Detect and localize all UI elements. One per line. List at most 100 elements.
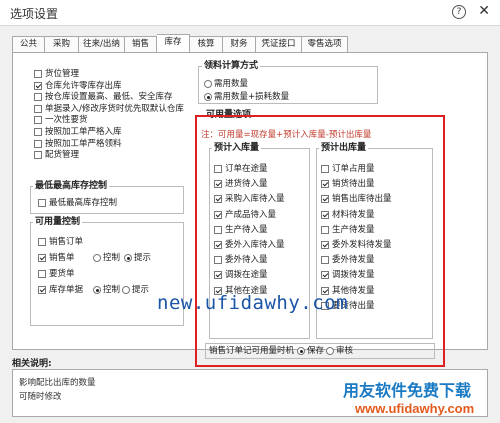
outgoing-checkbox[interactable] [321, 225, 329, 234]
outgoing-item[interactable]: 材料待发量 [321, 209, 375, 221]
incoming-checkbox[interactable] [214, 165, 222, 173]
outgoing-checkbox[interactable] [321, 165, 329, 173]
formula-note: 注：可用量=现存量+预计入库量-预计出库量 [201, 130, 372, 140]
outgoing-item[interactable]: 委外待发量 [321, 254, 375, 266]
outgoing-item[interactable]: 订单占用量 [321, 163, 375, 175]
timing-approve-radio[interactable] [326, 347, 335, 355]
request-row[interactable]: 要货单 [38, 268, 75, 280]
outgoing-label: 委外发料待发量 [332, 240, 392, 250]
tab-common[interactable]: 公共 [12, 36, 45, 53]
tab-retail[interactable]: 零售选项 [302, 36, 348, 53]
outgoing-label: 订单占用量 [332, 164, 375, 174]
stock-control-checkbox[interactable] [38, 199, 46, 207]
transfer-checkbox[interactable] [38, 286, 46, 294]
left-option-item[interactable]: 按照加工单严格领料 [34, 138, 122, 150]
avail-control-title: 可用量控制 [33, 217, 83, 227]
left-option-item[interactable]: 货位管理 [34, 68, 79, 80]
tab-purchase[interactable]: 采购 [45, 36, 79, 53]
left-option-checkbox[interactable] [34, 81, 42, 90]
outgoing-checkbox[interactable] [321, 210, 329, 219]
sales-single-control-radio[interactable] [93, 254, 101, 262]
tab-sales[interactable]: 销售 [125, 36, 157, 53]
outgoing-item[interactable]: 销货待出量 [321, 178, 375, 190]
left-option-checkbox[interactable] [34, 116, 42, 125]
outgoing-checkbox[interactable] [321, 241, 329, 249]
calc-method-opt1-radio[interactable] [204, 80, 212, 88]
sales-order-row[interactable]: 销售订单 [38, 236, 83, 248]
incoming-label: 委外待入量 [225, 255, 268, 266]
outgoing-checkbox[interactable] [321, 195, 329, 204]
left-option-item[interactable]: 按照加工单严格入库 [34, 126, 122, 138]
watermark-url: www.ufidawhy.com [355, 401, 475, 416]
window-title: 选项设置 [10, 7, 59, 21]
tab-cashier[interactable]: 往来/出纳 [79, 36, 125, 53]
watermark-logo: 用友软件免费下载 [343, 381, 472, 400]
outgoing-item[interactable]: 生产待发量 [321, 224, 375, 236]
left-option-item[interactable]: 按仓库设置最高、最低、安全库存 [34, 91, 173, 103]
timing-save-label: 保存 [307, 346, 325, 356]
close-icon[interactable]: ✕ [478, 3, 490, 19]
transfer-control-radio[interactable] [93, 286, 101, 294]
tab-voucher-interface[interactable]: 凭证接口 [256, 36, 302, 53]
outgoing-checkbox[interactable] [321, 180, 329, 189]
incoming-item[interactable]: 采购入库待入量 [214, 193, 285, 205]
calc-method-opt1-row[interactable]: 需用数量 [204, 78, 248, 90]
timing-save-radio[interactable] [297, 347, 306, 355]
incoming-checkbox[interactable] [214, 225, 222, 234]
calc-method-opt2-row[interactable]: 需用数量+损耗数量 [204, 91, 289, 103]
request-checkbox[interactable] [38, 270, 46, 278]
tab-finance[interactable]: 财务 [223, 36, 256, 53]
incoming-item[interactable]: 委外待入量 [214, 254, 268, 266]
left-option-checkbox[interactable] [34, 139, 42, 148]
left-option-checkbox[interactable] [34, 104, 42, 113]
left-option-label: 按仓库设置最高、最低、安全库存 [45, 92, 173, 103]
incoming-checkbox[interactable] [214, 180, 222, 189]
left-option-checkbox[interactable] [34, 128, 42, 136]
sales-single-prompt-radio[interactable] [124, 254, 133, 262]
left-option-item[interactable]: 一次性要货 [34, 114, 88, 126]
sales-order-checkbox[interactable] [38, 238, 46, 246]
incoming-item[interactable]: 订单在途量 [214, 163, 268, 175]
incoming-checkbox[interactable] [214, 271, 222, 280]
incoming-item[interactable]: 委外入库待入量 [214, 239, 285, 251]
incoming-checkbox[interactable] [214, 210, 222, 219]
left-option-item[interactable]: 单据录入/修改序货时优先取默认仓库 [34, 103, 184, 115]
incoming-checkbox[interactable] [214, 256, 222, 265]
left-option-checkbox[interactable] [34, 151, 42, 160]
incoming-item[interactable]: 调拨在途量 [214, 269, 268, 281]
help-icon[interactable]: ? [452, 5, 466, 19]
stock-control-label: 最低最高库存控制 [49, 198, 118, 208]
left-option-label: 一次性要货 [45, 115, 88, 126]
transfer-label: 库存单据 [49, 285, 84, 295]
stock-control-option[interactable]: 最低最高库存控制 [38, 197, 117, 209]
transfer-control-label: 控制 [103, 285, 121, 295]
incoming-item[interactable]: 产成品待入量 [214, 209, 276, 221]
left-option-item[interactable]: 配货管理 [34, 149, 79, 161]
outgoing-label: 销售出库待出量 [332, 194, 392, 205]
incoming-checkbox[interactable] [214, 195, 222, 204]
incoming-item[interactable]: 生产待入量 [214, 224, 268, 236]
left-option-checkbox[interactable] [34, 93, 42, 102]
outgoing-checkbox[interactable] [321, 271, 329, 280]
left-option-item[interactable]: 仓库允许零库存出库 [34, 80, 122, 92]
outgoing-item[interactable]: 调拨待发量 [321, 269, 375, 281]
outgoing-title: 预计出库量 [319, 143, 369, 153]
outgoing-item[interactable]: 委外发料待发量 [321, 239, 392, 251]
sales-single-checkbox[interactable] [38, 254, 46, 262]
incoming-item[interactable]: 进货待入量 [214, 178, 268, 190]
left-option-label: 按照加工单严格入库 [45, 127, 122, 137]
outgoing-checkbox[interactable] [321, 256, 329, 265]
outgoing-label: 委外待发量 [332, 255, 375, 266]
incoming-label: 采购入库待入量 [225, 194, 285, 205]
left-option-checkbox[interactable] [34, 70, 42, 78]
tab-accounting[interactable]: 核算 [190, 36, 223, 53]
incoming-checkbox[interactable] [214, 241, 222, 249]
sales-single-label: 销售单 [49, 253, 75, 263]
transfer-prompt-radio[interactable] [122, 286, 131, 294]
calc-method-opt2-radio[interactable] [204, 93, 212, 101]
sales-single-row[interactable]: 销售单 控制 提示 [38, 252, 151, 264]
transfer-row[interactable]: 库存单据 控制 提示 [38, 284, 149, 296]
tab-inventory[interactable]: 库存 [157, 34, 190, 53]
outgoing-item[interactable]: 销售出库待出量 [321, 193, 392, 205]
watermark-mid: new.ufidawhy.com [157, 292, 349, 314]
